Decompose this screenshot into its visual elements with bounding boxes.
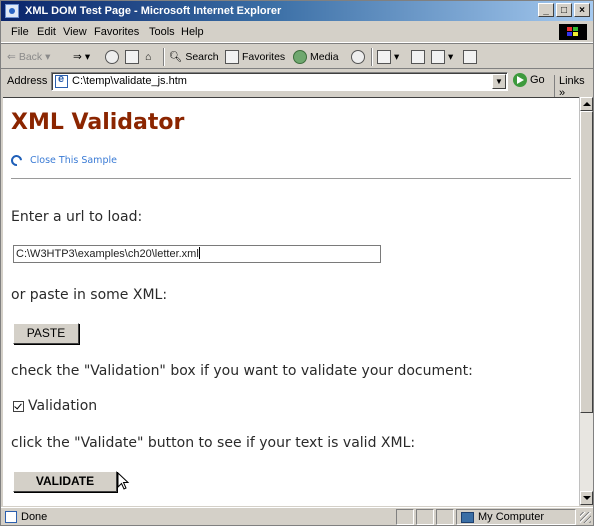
stop-button[interactable] [105, 48, 119, 66]
validate-button[interactable]: VALIDATE [13, 471, 117, 492]
edit-button[interactable]: ▾ [431, 48, 453, 66]
status-panel [436, 509, 454, 525]
print-icon [411, 50, 425, 64]
menu-edit[interactable]: Edit [33, 22, 60, 42]
minimize-button[interactable]: _ [538, 3, 554, 17]
favorites-label: Favorites [242, 51, 286, 63]
zone-label: My Computer [478, 511, 545, 523]
menu-file[interactable]: File [7, 22, 33, 42]
home-icon: ⌂ [145, 51, 152, 63]
history-button[interactable] [351, 48, 365, 66]
status-bar: Done My Computer [1, 507, 593, 527]
windows-logo-icon [559, 24, 587, 40]
browser-window: XML DOM Test Page - Microsoft Internet E… [0, 0, 594, 526]
status-panel [416, 509, 434, 525]
scroll-down-button[interactable] [580, 491, 593, 505]
address-url: C:\temp\validate_js.htm [72, 75, 187, 87]
back-label: Back [18, 51, 43, 63]
status-panel [396, 509, 414, 525]
validation-checkbox-row[interactable]: Validation [13, 398, 97, 414]
history-icon [351, 50, 365, 64]
discuss-icon [463, 50, 477, 64]
media-icon [293, 50, 307, 64]
stop-icon [105, 50, 119, 64]
address-label: Address [7, 75, 48, 87]
forward-arrow-icon: ⇒ [73, 51, 82, 63]
chevron-down-icon: ▾ [448, 51, 454, 63]
validate-prompt: click the "Validate" button to see if yo… [11, 435, 416, 451]
search-button[interactable]: 🔍︎ Search [169, 48, 219, 66]
address-bar: Address C:\temp\validate_js.htm ▼ Go Lin… [1, 69, 593, 99]
scroll-up-button[interactable] [580, 97, 593, 111]
menu-view[interactable]: View [59, 22, 91, 42]
search-label: Search [185, 51, 219, 63]
vertical-scrollbar[interactable] [579, 97, 593, 505]
security-zone: My Computer [456, 509, 576, 525]
window-title: XML DOM Test Page - Microsoft Internet E… [25, 5, 282, 17]
url-input[interactable]: C:\W3HTP3\examples\ch20\letter.xml [13, 245, 381, 263]
maximize-button[interactable]: □ [556, 3, 572, 17]
chevron-down-icon: ▾ [84, 51, 91, 63]
scrollbar-thumb[interactable] [580, 111, 593, 413]
paste-prompt: or paste in some XML: [11, 287, 168, 303]
paste-button[interactable]: PASTE [13, 323, 79, 344]
back-button[interactable]: ⇐ Back ▾ [7, 48, 50, 66]
close-window-button[interactable]: × [574, 3, 590, 17]
validation-prompt: check the "Validation" box if you want t… [11, 363, 473, 379]
refresh-circle-icon [8, 152, 25, 169]
computer-icon [461, 511, 474, 523]
chevron-down-icon: ▾ [394, 51, 400, 63]
search-icon: 🔍︎ [169, 51, 183, 63]
menu-bar: File Edit View Favorites Tools Help [1, 22, 593, 43]
chevron-down-icon: ▾ [45, 51, 51, 63]
discuss-button[interactable] [463, 48, 477, 66]
status-message: Done [21, 511, 48, 523]
title-bar: XML DOM Test Page - Microsoft Internet E… [1, 1, 593, 21]
go-label: Go [530, 74, 545, 86]
mail-button[interactable]: ▾ [377, 48, 399, 66]
validation-checkbox[interactable] [13, 400, 24, 412]
divider [11, 178, 571, 179]
print-button[interactable] [411, 48, 425, 66]
resize-grip-icon[interactable] [580, 512, 591, 523]
menu-favorites[interactable]: Favorites [90, 22, 143, 42]
go-button[interactable]: Go [513, 73, 545, 87]
media-label: Media [310, 51, 339, 63]
standard-toolbar: ⇐ Back ▾ ⇒ ▾ ⌂ 🔍︎ Search Favorites Media… [1, 43, 593, 69]
address-input[interactable]: C:\temp\validate_js.htm ▼ [51, 72, 508, 91]
menu-help[interactable]: Help [177, 22, 208, 42]
address-dropdown-button[interactable]: ▼ [492, 74, 506, 89]
favorites-button[interactable]: Favorites [225, 48, 285, 66]
page-icon [55, 73, 68, 88]
url-input-value: C:\W3HTP3\examples\ch20\letter.xml [16, 248, 199, 260]
menu-tools[interactable]: Tools [145, 22, 179, 42]
home-button[interactable]: ⌂ [145, 48, 151, 66]
go-arrow-icon [513, 73, 527, 87]
window-controls: _ □ × [538, 3, 590, 17]
page-title: XML Validator [11, 110, 185, 135]
links-button[interactable]: Links » [554, 75, 593, 99]
forward-button[interactable]: ⇒ ▾ [73, 48, 90, 66]
refresh-icon [125, 50, 139, 64]
back-arrow-icon: ⇐ [7, 51, 16, 63]
ie-app-icon[interactable] [5, 4, 19, 18]
validation-label: Validation [28, 398, 98, 414]
close-sample-link[interactable]: Close This Sample [8, 152, 117, 169]
url-prompt: Enter a url to load: [11, 209, 143, 225]
word-icon [431, 50, 445, 64]
favorites-icon [225, 50, 239, 64]
status-text: Done [5, 511, 47, 523]
close-sample-label: Close This Sample [30, 155, 117, 166]
media-button[interactable]: Media [293, 48, 339, 66]
mail-icon [377, 50, 391, 64]
refresh-button[interactable] [125, 48, 139, 66]
page-viewport: XML Validator Close This Sample Enter a … [3, 97, 579, 506]
text-caret [198, 247, 200, 259]
ie-page-icon [5, 511, 17, 523]
